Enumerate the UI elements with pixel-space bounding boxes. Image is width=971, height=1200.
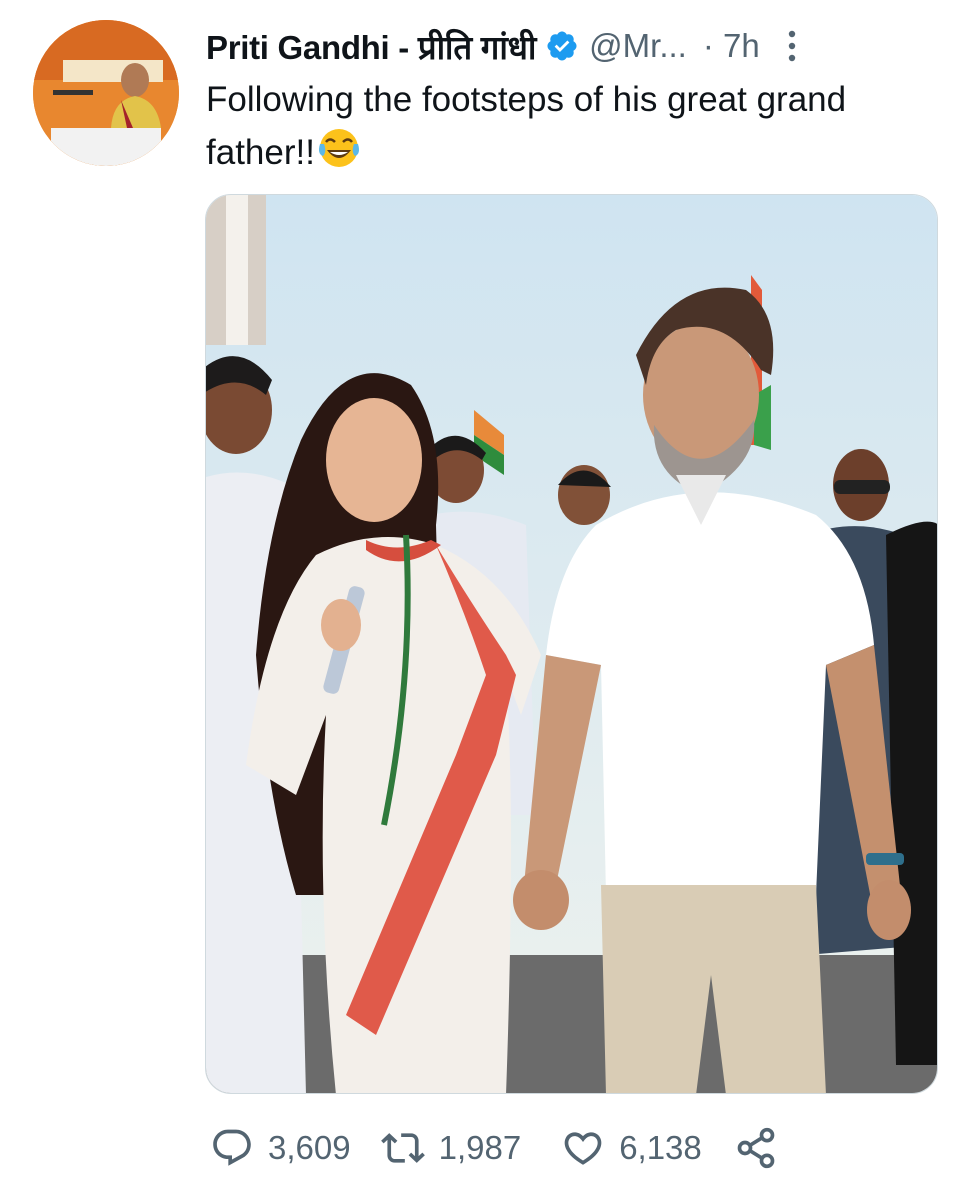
tweet-header: Priti Gandhi - प्रीति गांधी @Mr... · 7h [206,22,946,70]
tweet-text: Following the footsteps of his great gra… [206,74,926,179]
reply-icon [213,1129,251,1166]
author-avatar[interactable] [33,20,179,166]
retweet-icon [380,1133,425,1163]
like-button[interactable]: 6,138 [561,1126,702,1170]
reply-count: 3,609 [268,1129,351,1166]
tears-of-joy-emoji-icon [318,129,359,167]
avatar-photo [33,20,179,166]
retweet-button[interactable]: 1,987 [380,1126,522,1170]
reply-button[interactable]: 3,609 [210,1126,351,1170]
tweet-actions: 3,609 1,987 6,138 [210,1122,778,1174]
like-icon [564,1132,602,1165]
author-handle[interactable]: @Mr... [589,27,687,65]
retweet-count: 1,987 [438,1129,522,1166]
tweet-text-content: Following the footsteps of his great gra… [206,80,847,172]
tweet-time[interactable]: · 7h [703,27,760,65]
verified-badge-icon [547,31,577,61]
share-button[interactable] [734,1126,778,1170]
like-count: 6,138 [619,1129,702,1166]
author-name[interactable]: Priti Gandhi - प्रीति गांधी [206,24,536,69]
photo-two-people-walking [206,195,937,1093]
more-options-icon[interactable] [786,26,798,66]
share-icon [737,1127,775,1169]
tweet-media-photo[interactable] [205,194,938,1094]
